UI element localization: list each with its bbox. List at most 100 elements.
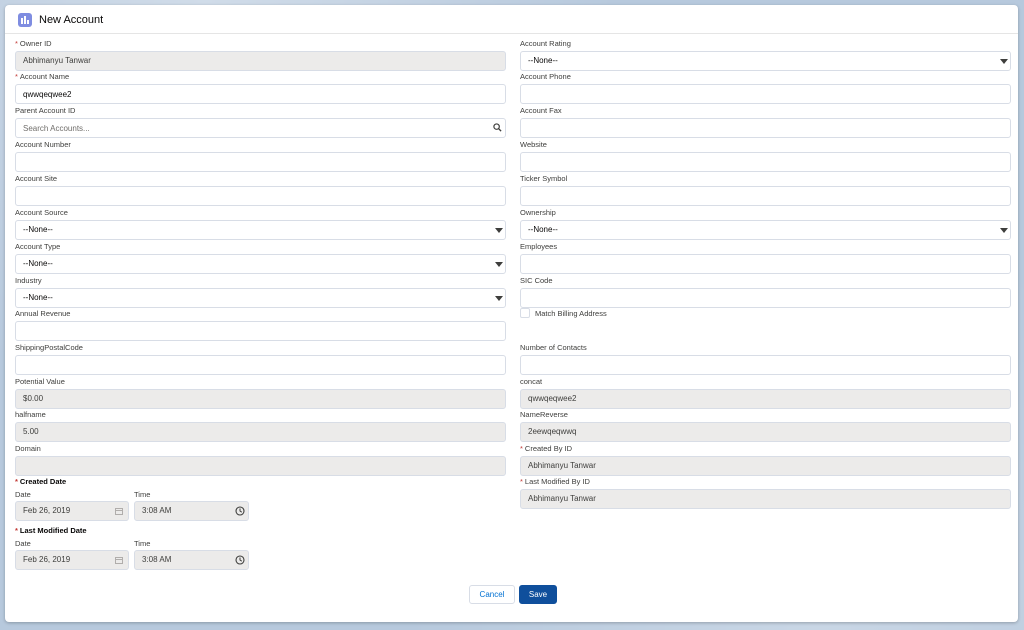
account-site-input[interactable] <box>15 186 506 206</box>
account-number-input[interactable] <box>15 152 506 172</box>
sic-code-label: SIC Code <box>520 276 553 285</box>
industry-select[interactable]: --None-- <box>15 288 506 308</box>
account-type-label: Account Type <box>15 242 61 251</box>
calendar-icon <box>115 508 123 515</box>
ownership-select[interactable]: --None-- <box>520 220 1011 240</box>
domain-label: Domain <box>15 444 41 453</box>
last-modified-date-sub-label: Date <box>15 539 31 548</box>
created-by-label: Created By ID <box>524 444 573 453</box>
concat-label: concat <box>520 377 543 386</box>
match-billing-checkbox[interactable] <box>520 308 530 318</box>
calendar-icon <box>115 557 123 564</box>
last-modified-date-value: Feb 26, 2019 <box>15 550 129 570</box>
chevron-down-icon <box>495 296 503 301</box>
last-modified-date-label: Last Modified Date <box>19 526 87 535</box>
ticker-symbol-label: Ticker Symbol <box>520 174 568 183</box>
modal-title: New Account <box>39 14 104 26</box>
last-modified-by-label: Last Modified By ID <box>524 477 590 486</box>
owner-id-value: Abhimanyu Tanwar <box>15 51 506 71</box>
created-time-value: 3:08 AM <box>134 501 249 521</box>
halfname-label: halfname <box>15 410 46 419</box>
account-site-label: Account Site <box>15 174 58 183</box>
parent-account-label: Parent Account ID <box>15 106 76 115</box>
ticker-symbol-input[interactable] <box>520 186 1011 206</box>
required-marker: * <box>15 526 18 535</box>
last-modified-time-sub-label: Time <box>134 539 151 548</box>
account-rating-field: Account Rating --None-- <box>520 39 1011 73</box>
concat-value: qwwqeqwee2 <box>520 389 1011 409</box>
domain-value <box>15 456 506 476</box>
match-billing-label: Match Billing Address <box>535 309 607 318</box>
account-fax-input[interactable] <box>520 118 1011 138</box>
owner-id-field: * Owner ID Abhimanyu Tanwar <box>15 39 506 73</box>
account-phone-field: Account Phone <box>520 72 1011 106</box>
industry-label: Industry <box>15 276 42 285</box>
account-fax-label: Account Fax <box>520 106 562 115</box>
created-time-sub-label: Time <box>134 490 151 499</box>
ownership-label: Ownership <box>520 208 556 217</box>
account-phone-input[interactable] <box>520 84 1011 104</box>
account-type-select[interactable]: --None-- <box>15 254 506 274</box>
annual-revenue-input[interactable] <box>15 321 506 341</box>
employees-input[interactable] <box>520 254 1011 274</box>
last-modified-by-field: * Last Modified By ID Abhimanyu Tanwar <box>520 477 1011 511</box>
modal-header: New Account <box>5 5 1018 34</box>
account-source-field: Account Source --None-- <box>15 208 506 242</box>
account-rating-select[interactable]: --None-- <box>520 51 1011 71</box>
account-name-field: * Account Name <box>15 72 506 106</box>
industry-field: Industry --None-- <box>15 276 506 310</box>
search-icon[interactable] <box>493 123 502 132</box>
name-reverse-label: NameReverse <box>520 410 568 419</box>
concat-field: concat qwwqeqwee2 <box>520 377 1011 411</box>
chevron-down-icon <box>495 228 503 233</box>
created-date-label: Created Date <box>19 477 67 486</box>
required-marker: * <box>15 72 18 81</box>
potential-value-label: Potential Value <box>15 377 65 386</box>
chevron-down-icon <box>495 262 503 267</box>
clock-icon <box>235 555 245 565</box>
name-reverse-field: NameReverse 2eewqeqwwq <box>520 410 1011 444</box>
website-input[interactable] <box>520 152 1011 172</box>
name-reverse-value: 2eewqeqwwq <box>520 422 1011 442</box>
last-modified-time-value: 3:08 AM <box>134 550 249 570</box>
number-of-contacts-field: Number of Contacts <box>520 343 1011 377</box>
created-by-field: * Created By ID Abhimanyu Tanwar <box>520 444 1011 478</box>
parent-account-field: Parent Account ID <box>15 106 506 140</box>
number-of-contacts-label: Number of Contacts <box>520 343 587 352</box>
account-source-select[interactable]: --None-- <box>15 220 506 240</box>
sic-code-field: SIC Code <box>520 276 1011 310</box>
annual-revenue-label: Annual Revenue <box>15 309 71 318</box>
parent-account-search-input[interactable] <box>15 118 506 138</box>
employees-label: Employees <box>520 242 558 251</box>
website-field: Website <box>520 140 1011 174</box>
account-source-label: Account Source <box>15 208 68 217</box>
account-site-field: Account Site <box>15 174 506 208</box>
required-marker: * <box>15 477 18 486</box>
account-name-label: Account Name <box>19 72 70 81</box>
required-marker: * <box>520 477 523 486</box>
ownership-field: Ownership --None-- <box>520 208 1011 242</box>
shipping-postal-input[interactable] <box>15 355 506 375</box>
domain-field: Domain <box>15 444 506 478</box>
clock-icon <box>235 506 245 516</box>
account-name-input[interactable] <box>15 84 506 104</box>
website-label: Website <box>520 140 547 149</box>
ticker-symbol-field: Ticker Symbol <box>520 174 1011 208</box>
account-type-field: Account Type --None-- <box>15 242 506 276</box>
potential-value-field: Potential Value $0.00 <box>15 377 506 411</box>
last-modified-by-value: Abhimanyu Tanwar <box>520 489 1011 509</box>
sic-code-input[interactable] <box>520 288 1011 308</box>
save-button[interactable]: Save <box>519 585 557 604</box>
match-billing-field: Match Billing Address <box>520 308 720 322</box>
annual-revenue-field: Annual Revenue <box>15 309 506 343</box>
number-of-contacts-input[interactable] <box>520 355 1011 375</box>
account-number-label: Account Number <box>15 140 71 149</box>
shipping-postal-label: ShippingPostalCode <box>15 343 83 352</box>
account-rating-label: Account Rating <box>520 39 571 48</box>
account-fax-field: Account Fax <box>520 106 1011 140</box>
created-date-sub-label: Date <box>15 490 31 499</box>
potential-value-value: $0.00 <box>15 389 506 409</box>
required-marker: * <box>15 39 18 48</box>
account-phone-label: Account Phone <box>520 72 571 81</box>
cancel-button[interactable]: Cancel <box>469 585 515 604</box>
